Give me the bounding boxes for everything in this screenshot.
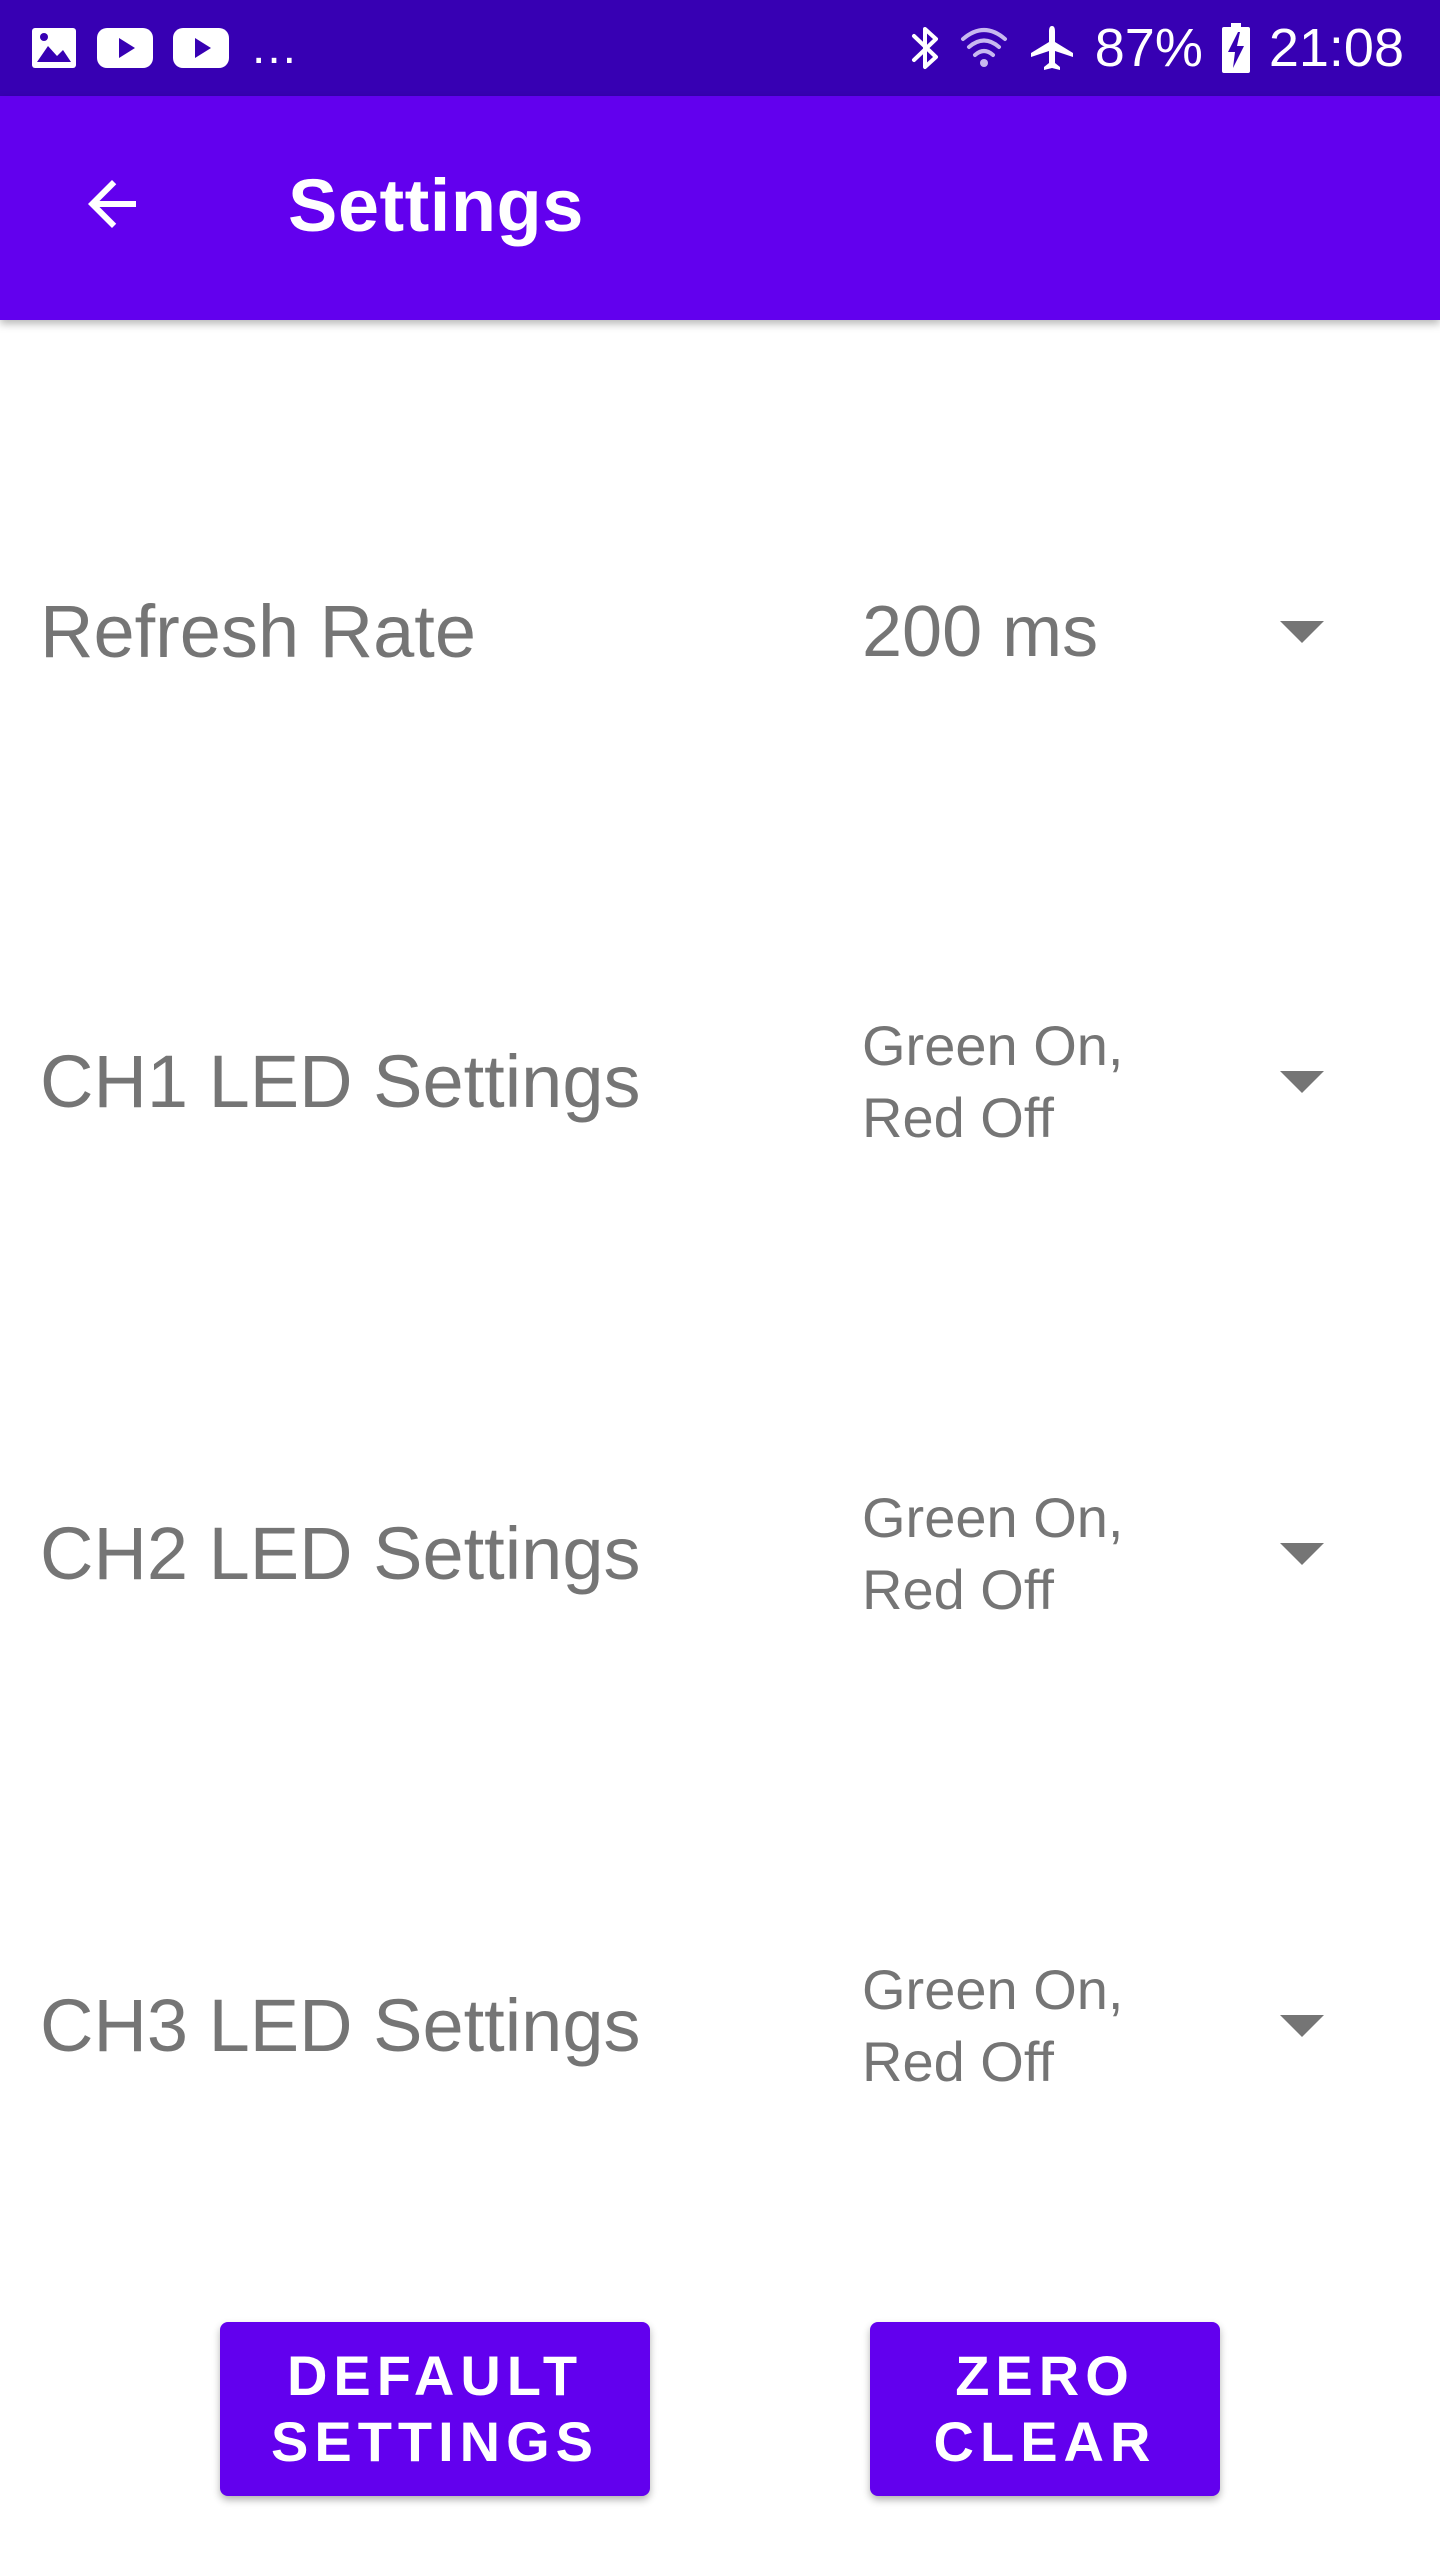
zero-clear-label: ZERO CLEAR [933,2344,1157,2473]
notification-icons: ... [30,22,298,74]
system-icons: 87% 21:08 [911,18,1404,78]
clock: 21:08 [1268,18,1404,78]
setting-label: CH3 LED Settings [40,1984,641,2067]
dropdown-value: Green On, Red Off [862,1958,1124,2093]
dropdown-value: Green On, Red Off [862,1014,1124,1149]
ch3-led-dropdown[interactable]: Green On, Red Off [860,1926,1380,2126]
battery-charging-icon [1221,22,1251,74]
dropdown-arrow-icon [1280,2015,1324,2037]
default-settings-button[interactable]: DEFAULT SETTINGS [220,2322,650,2496]
zero-clear-button[interactable]: ZERO CLEAR [870,2322,1220,2496]
setting-label: Refresh Rate [40,590,476,673]
bluetooth-icon [911,23,941,73]
dropdown-arrow-icon [1280,1071,1324,1093]
wifi-icon [959,23,1009,73]
back-button[interactable] [56,148,168,260]
page-title: Settings [288,164,584,247]
app-bar: Settings [0,96,1440,320]
setting-label: CH1 LED Settings [40,1040,641,1123]
dropdown-value: 200 ms [862,592,1099,672]
setting-row-ch2-led: CH2 LED Settings Green On, Red Off [0,1454,1440,1654]
dropdown-arrow-icon [1280,1543,1324,1565]
status-bar: ... 87% 21:08 [0,0,1440,96]
battery-percent: 87% [1094,18,1203,78]
setting-row-ch3-led: CH3 LED Settings Green On, Red Off [0,1926,1440,2126]
setting-row-ch1-led: CH1 LED Settings Green On, Red Off [0,982,1440,1182]
arrow-back-icon [88,180,136,228]
setting-label: CH2 LED Settings [40,1512,641,1595]
dropdown-arrow-icon [1280,621,1324,643]
default-settings-label: DEFAULT SETTINGS [270,2344,600,2473]
youtube-icon [172,27,230,69]
more-notifications-indicator: ... [252,21,299,74]
airplane-mode-icon [1027,23,1077,73]
ch1-led-dropdown[interactable]: Green On, Red Off [860,982,1380,1182]
setting-row-refresh-rate: Refresh Rate 200 ms [0,532,1440,732]
dropdown-value: Green On, Red Off [862,1486,1124,1621]
youtube-icon [96,27,154,69]
image-icon [30,26,78,70]
refresh-rate-dropdown[interactable]: 200 ms [860,532,1380,732]
ch2-led-dropdown[interactable]: Green On, Red Off [860,1454,1380,1654]
